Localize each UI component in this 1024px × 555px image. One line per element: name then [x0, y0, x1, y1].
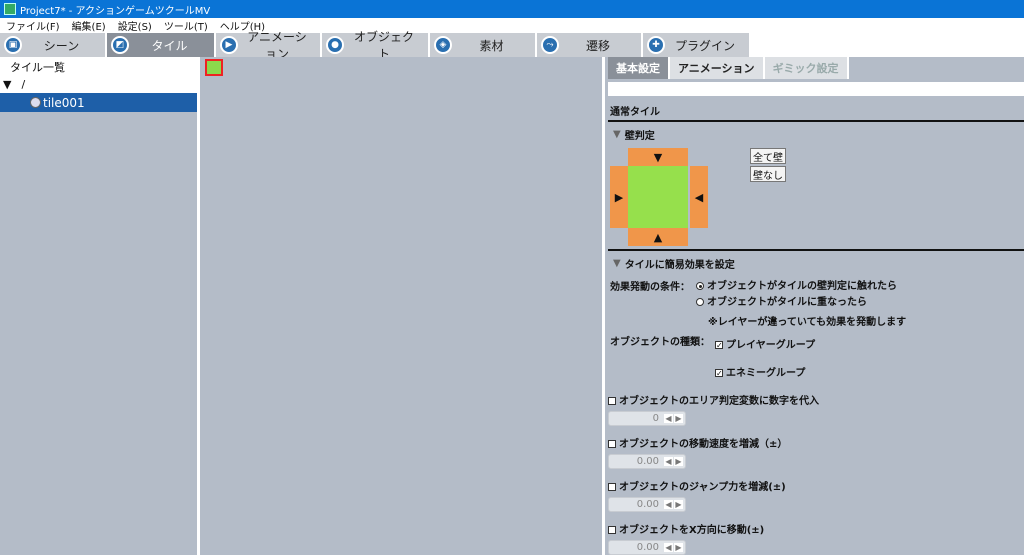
app-icon [4, 3, 16, 15]
checkbox-icon[interactable] [608, 526, 616, 534]
condition-option-touch[interactable]: オブジェクトがタイルの壁判定に触れたら [696, 277, 897, 292]
window-title: Project7* - アクションゲームツクールMV [20, 5, 211, 17]
divider [608, 120, 1024, 122]
increment-icon[interactable]: ▶ [674, 543, 683, 552]
tile-center [628, 166, 688, 228]
menu-settings[interactable]: 設定(S) [112, 18, 158, 33]
tile-list-heading: タイル一覧 [0, 57, 197, 76]
layer-note: ※レイヤーが違っていても効果を発動します [708, 317, 907, 328]
checkbox-icon[interactable]: ✓ [715, 369, 723, 378]
plugin-icon: ✚ [647, 36, 665, 54]
wall-right-toggle[interactable]: ◀ [690, 166, 708, 228]
collapse-icon: ▼ [613, 129, 621, 140]
menu-tools[interactable]: ツール(T) [158, 18, 214, 33]
checkbox-icon[interactable] [608, 397, 616, 405]
material-icon: ◈ [434, 36, 452, 54]
wall-judgment-editor: ▼ ▶ ◀ ▲ [610, 148, 708, 246]
collapse-icon: ▼ [613, 258, 621, 269]
move-x-checkbox[interactable]: オブジェクトをX方向に移動(±) [608, 521, 764, 536]
no-wall-button[interactable]: 壁なし [750, 166, 786, 182]
animation-icon: ▶ [220, 36, 238, 54]
decrement-icon[interactable]: ◀ [664, 457, 673, 466]
condition-label: 効果発動の条件： [610, 282, 690, 293]
tab-gimmick-settings[interactable]: ギミック設定 [764, 57, 849, 79]
tab-scene[interactable]: ▣ シーン [0, 33, 107, 57]
tree-root[interactable]: ▼ / [0, 76, 197, 93]
tab-panel-animation[interactable]: アニメーション [670, 57, 765, 79]
tile-canvas[interactable] [203, 57, 605, 555]
jump-stepper[interactable]: 0.00 ◀ ▶ [608, 497, 686, 512]
increment-icon[interactable]: ▶ [674, 457, 683, 466]
wall-bottom-toggle[interactable]: ▲ [628, 228, 688, 246]
normal-tile-label: 通常タイル [610, 107, 660, 118]
main-tabs: ▣ シーン ◩ タイル ▶ アニメーション ● オブジェクト ◈ 素材 ⤳ 遷移… [0, 30, 1024, 61]
settings-panel: 基本設定 アニメーション ギミック設定 通常タイル ▼ 壁判定 ▼ ▶ ◀ ▲ … [608, 57, 1024, 555]
area-var-checkbox[interactable]: オブジェクトのエリア判定変数に数字を代入 [608, 392, 819, 407]
wall-top-toggle[interactable]: ▼ [628, 148, 688, 166]
tab-basic-settings[interactable]: 基本設定 [608, 57, 670, 79]
tab-tile[interactable]: ◩ タイル [107, 33, 216, 57]
condition-option-overlap[interactable]: オブジェクトがタイルに重なったら [696, 293, 867, 308]
scene-icon: ▣ [4, 36, 22, 54]
menu-file[interactable]: ファイル(F) [0, 18, 66, 33]
checkbox-icon[interactable] [608, 440, 616, 448]
speed-stepper[interactable]: 0.00 ◀ ▶ [608, 454, 686, 469]
tab-object[interactable]: ● オブジェクト [322, 30, 430, 61]
checkbox-icon[interactable] [608, 483, 616, 491]
object-icon: ● [326, 36, 344, 54]
title-bar: Project7* - アクションゲームツクールMV [0, 0, 1024, 18]
menu-edit[interactable]: 編集(E) [66, 18, 112, 33]
all-wall-button[interactable]: 全て壁 [750, 148, 786, 164]
expand-icon[interactable]: ▼ [3, 78, 11, 91]
tab-plugin[interactable]: ✚ プラグイン [643, 33, 751, 57]
selected-tile[interactable] [205, 59, 223, 76]
radio-icon[interactable] [696, 298, 704, 306]
increment-icon[interactable]: ▶ [674, 414, 683, 423]
player-group-checkbox[interactable]: ✓ プレイヤーグループ [715, 336, 815, 351]
wall-left-toggle[interactable]: ▶ [610, 166, 628, 228]
menu-bar: ファイル(F) 編集(E) 設定(S) ツール(T) ヘルプ(H) [0, 18, 1024, 33]
radio-icon[interactable] [696, 282, 704, 290]
decrement-icon[interactable]: ◀ [664, 500, 673, 509]
move-x-stepper[interactable]: 0.00 ◀ ▶ [608, 540, 686, 555]
tile-tree: タイル一覧 ▼ / tile001 [0, 57, 200, 555]
checkbox-icon[interactable]: ✓ [715, 341, 723, 350]
tab-transition[interactable]: ⤳ 遷移 [537, 33, 643, 57]
tile-icon: ◩ [111, 36, 129, 54]
divider [608, 249, 1024, 251]
tab-animation[interactable]: ▶ アニメーション [216, 30, 322, 61]
tile-name-field[interactable] [608, 82, 1024, 96]
area-var-stepper[interactable]: 0 ◀ ▶ [608, 411, 686, 426]
decrement-icon[interactable]: ◀ [664, 543, 673, 552]
object-type-label: オブジェクトの種類： [610, 337, 710, 348]
speed-checkbox[interactable]: オブジェクトの移動速度を増減（±） [608, 435, 787, 450]
tab-material[interactable]: ◈ 素材 [430, 33, 537, 57]
wall-section-header[interactable]: ▼ 壁判定 [613, 127, 655, 142]
increment-icon[interactable]: ▶ [674, 500, 683, 509]
tree-item-label: tile001 [43, 95, 85, 110]
jump-checkbox[interactable]: オブジェクトのジャンプ力を増減(±) [608, 478, 786, 493]
tree-item-tile001[interactable]: tile001 [0, 93, 197, 112]
decrement-icon[interactable]: ◀ [664, 414, 673, 423]
tile-item-icon [30, 97, 41, 108]
effect-section-header[interactable]: ▼ タイルに簡易効果を設定 [613, 256, 735, 271]
tree-root-label: / [21, 78, 26, 91]
panel-tabs: 基本設定 アニメーション ギミック設定 [608, 57, 1024, 79]
transition-icon: ⤳ [541, 36, 559, 54]
enemy-group-checkbox[interactable]: ✓ エネミーグループ [715, 364, 805, 379]
